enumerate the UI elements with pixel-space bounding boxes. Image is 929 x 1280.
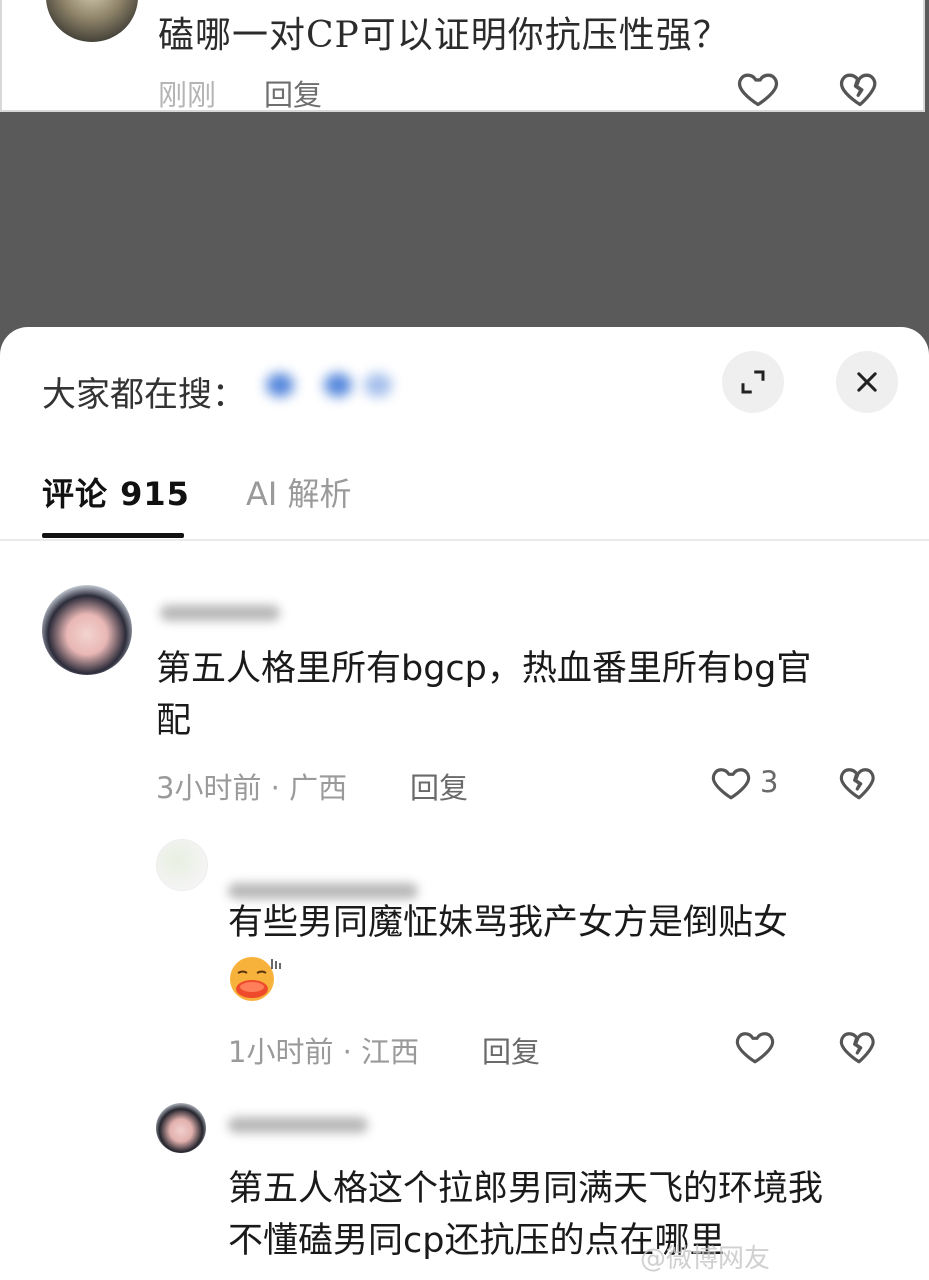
watermark: @微博网友 <box>640 1244 771 1274</box>
broken-heart-icon[interactable] <box>838 66 882 110</box>
heart-icon[interactable] <box>736 66 780 110</box>
reply-button[interactable]: 回复 <box>264 72 322 114</box>
avatar[interactable] <box>156 839 208 891</box>
tab-ai-analysis[interactable]: AI 解析 <box>246 469 352 515</box>
post-question: 磕哪一对CP可以证明你抗压性强？ <box>158 15 730 56</box>
username-blurred[interactable] <box>228 1117 368 1133</box>
reply-button[interactable]: 回复 <box>482 1029 540 1071</box>
comment-meta: 3小时前 · 广西 <box>156 771 348 805</box>
heart-icon[interactable] <box>710 761 752 803</box>
expand-button[interactable] <box>722 351 784 413</box>
heart-icon[interactable] <box>734 1025 776 1067</box>
expand-icon <box>741 370 765 394</box>
tab-bar: 评论 915 AI 解析 <box>0 447 929 541</box>
avatar[interactable] <box>46 0 138 42</box>
close-button[interactable] <box>836 351 898 413</box>
username-blurred[interactable] <box>160 605 280 621</box>
reply-button[interactable]: 回复 <box>410 765 468 807</box>
trending-search-label: 大家都在搜： <box>42 375 246 415</box>
top-post-card: 磕哪一对CP可以证明你抗压性强？ 刚刚 回复 <box>0 0 925 112</box>
like-count: 3 <box>760 765 779 799</box>
comment-text: 有些男同魔怔妹骂我产女方是倒贴女 <box>228 903 789 943</box>
active-tab-indicator <box>42 533 184 538</box>
divider <box>0 539 929 541</box>
comment-text: 第五人格里所有bgcp，热血番里所有bg官 配 <box>156 649 812 741</box>
comment-sheet: 大家都在搜： 评论 915 AI 解析 第五人格里所有bgcp，热血番里所有bg… <box>0 327 929 1280</box>
close-icon <box>857 372 877 392</box>
broken-heart-icon[interactable] <box>838 1025 880 1067</box>
post-time: 刚刚 <box>158 78 217 112</box>
duck-emoji-icon <box>230 957 281 1001</box>
tab-comments[interactable]: 评论 915 <box>42 469 190 515</box>
avatar[interactable] <box>42 585 132 675</box>
broken-heart-icon[interactable] <box>838 761 880 803</box>
trending-search-keywords[interactable] <box>262 367 392 403</box>
comment-meta: 1小时前 · 江西 <box>228 1035 420 1069</box>
avatar[interactable] <box>156 1103 206 1153</box>
